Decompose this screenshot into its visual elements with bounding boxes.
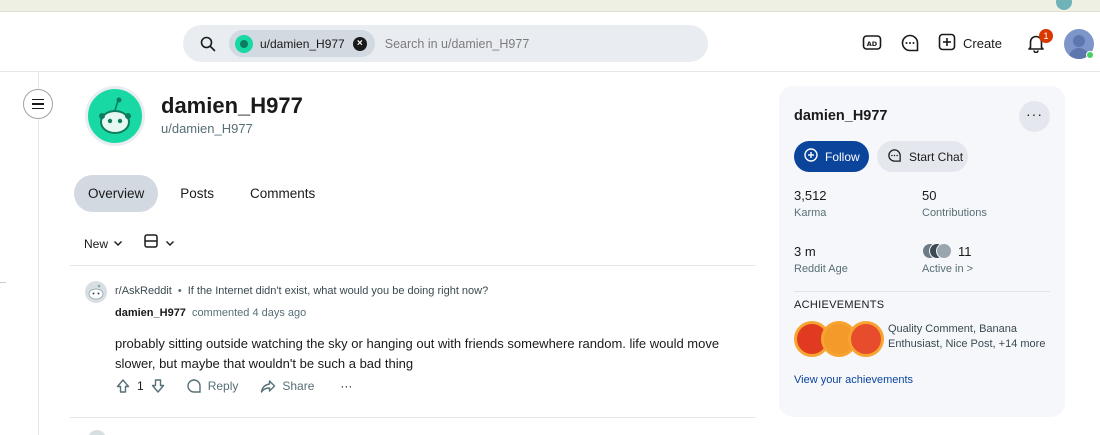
reddit-age-label: Reddit Age	[794, 263, 848, 275]
view-mode-dropdown[interactable]	[143, 233, 175, 254]
comment-meta: damien_H977 commented 4 days ago	[115, 307, 306, 319]
close-icon[interactable]: ×	[352, 36, 367, 51]
profile-display-name: damien_H977	[161, 93, 303, 118]
comment-author[interactable]: damien_H977	[115, 307, 186, 319]
upvote-button[interactable]	[115, 378, 131, 394]
upvote-icon	[116, 379, 130, 393]
search-icon	[199, 35, 217, 53]
profile-avatar	[85, 86, 145, 146]
create-plus-icon	[938, 33, 956, 54]
sidebar-toggle-button[interactable]	[23, 89, 53, 119]
chevron-down-icon	[165, 235, 175, 253]
active-in-link[interactable]: Active in >	[922, 263, 973, 275]
browser-extension-icon[interactable]	[1056, 0, 1072, 10]
more-options-button[interactable]: ···	[1019, 101, 1050, 132]
notification-badge: 1	[1039, 29, 1053, 43]
start-chat-label: Start Chat	[909, 149, 964, 164]
vote-count: 1	[137, 379, 144, 393]
comment-timestamp: commented 4 days ago	[191, 307, 307, 319]
chat-icon	[887, 148, 902, 166]
search-bar[interactable]: u/damien_H977 ×	[183, 25, 708, 62]
achievements-summary: Quality Comment, Banana Enthusiast, Nice…	[888, 323, 1046, 350]
left-rail-line	[38, 72, 39, 435]
tab-comments[interactable]: Comments	[236, 175, 329, 212]
start-chat-button[interactable]: Start Chat	[877, 141, 968, 172]
achievements-heading: ACHIEVEMENTS	[794, 299, 885, 311]
reply-label: Reply	[207, 379, 239, 393]
share-icon	[261, 380, 276, 393]
create-label: Create	[963, 35, 1003, 51]
tab-overview[interactable]: Overview	[74, 175, 159, 212]
divider	[794, 291, 1050, 292]
sidebar-username: damien_H977	[794, 108, 888, 124]
nice-post-badge-icon	[848, 321, 884, 357]
downvote-icon	[151, 379, 164, 393]
reply-icon	[186, 379, 201, 393]
comment-actions: 1 Reply Share ···	[115, 378, 352, 394]
plus-circle-icon	[804, 148, 818, 165]
contributions-value: 50	[922, 188, 937, 203]
reddit-age-value: 3 m	[794, 244, 816, 259]
share-label: Share	[282, 379, 315, 393]
comment-body: probably sitting outside watching the sk…	[115, 336, 720, 371]
search-scope-chip[interactable]: u/damien_H977 ×	[229, 30, 375, 57]
downvote-button[interactable]	[150, 378, 166, 394]
search-scope-label: u/damien_H977	[260, 36, 345, 51]
create-button[interactable]: Create	[938, 31, 1002, 55]
follow-button[interactable]: Follow	[794, 141, 869, 172]
tab-posts[interactable]: Posts	[166, 175, 228, 212]
more-options-button[interactable]: ···	[340, 379, 352, 393]
post-header: r/AskReddit • If the Internet didn't exi…	[115, 285, 488, 297]
active-in-value: 11	[958, 244, 972, 259]
subreddit-avatar[interactable]	[85, 281, 107, 303]
separator-dot: •	[177, 285, 182, 297]
divider	[70, 417, 756, 418]
follow-label: Follow	[825, 149, 860, 164]
share-button[interactable]: Share	[260, 378, 314, 394]
svg-text:AD: AD	[867, 40, 878, 48]
profile-tabs: Overview Posts Comments	[74, 175, 337, 212]
chat-icon[interactable]	[899, 32, 921, 54]
divider	[70, 265, 756, 266]
browser-toolbar-strip	[0, 0, 1100, 12]
karma-value: 3,512	[794, 188, 827, 203]
search-input[interactable]	[384, 36, 665, 51]
top-header: u/damien_H977 × AD Create 1	[0, 12, 1100, 72]
next-post-avatar	[88, 430, 106, 435]
achievement-badges[interactable]	[794, 321, 884, 359]
sort-label: New	[84, 236, 109, 251]
reply-button[interactable]: Reply	[186, 378, 239, 394]
card-view-icon	[143, 233, 159, 254]
chip-avatar	[235, 34, 253, 53]
karma-label: Karma	[794, 207, 827, 219]
profile-sidebar-card: damien_H977 ··· Follow Start Chat 3,512 …	[779, 86, 1065, 417]
sort-bar: New	[84, 233, 175, 254]
advertise-icon[interactable]: AD	[861, 32, 883, 54]
divider	[0, 282, 6, 283]
subreddit-link[interactable]: r/AskReddit	[115, 285, 172, 297]
view-achievements-link[interactable]: View your achievements	[794, 374, 913, 386]
post-title-link[interactable]: If the Internet didn't exist, what would…	[188, 285, 489, 297]
sort-dropdown[interactable]: New	[84, 237, 123, 251]
active-communities-avatars[interactable]	[922, 243, 952, 259]
contributions-label: Contributions	[922, 207, 987, 219]
online-status-dot	[1086, 51, 1094, 59]
chevron-down-icon	[113, 237, 123, 251]
profile-handle: u/damien_H977	[161, 121, 253, 136]
